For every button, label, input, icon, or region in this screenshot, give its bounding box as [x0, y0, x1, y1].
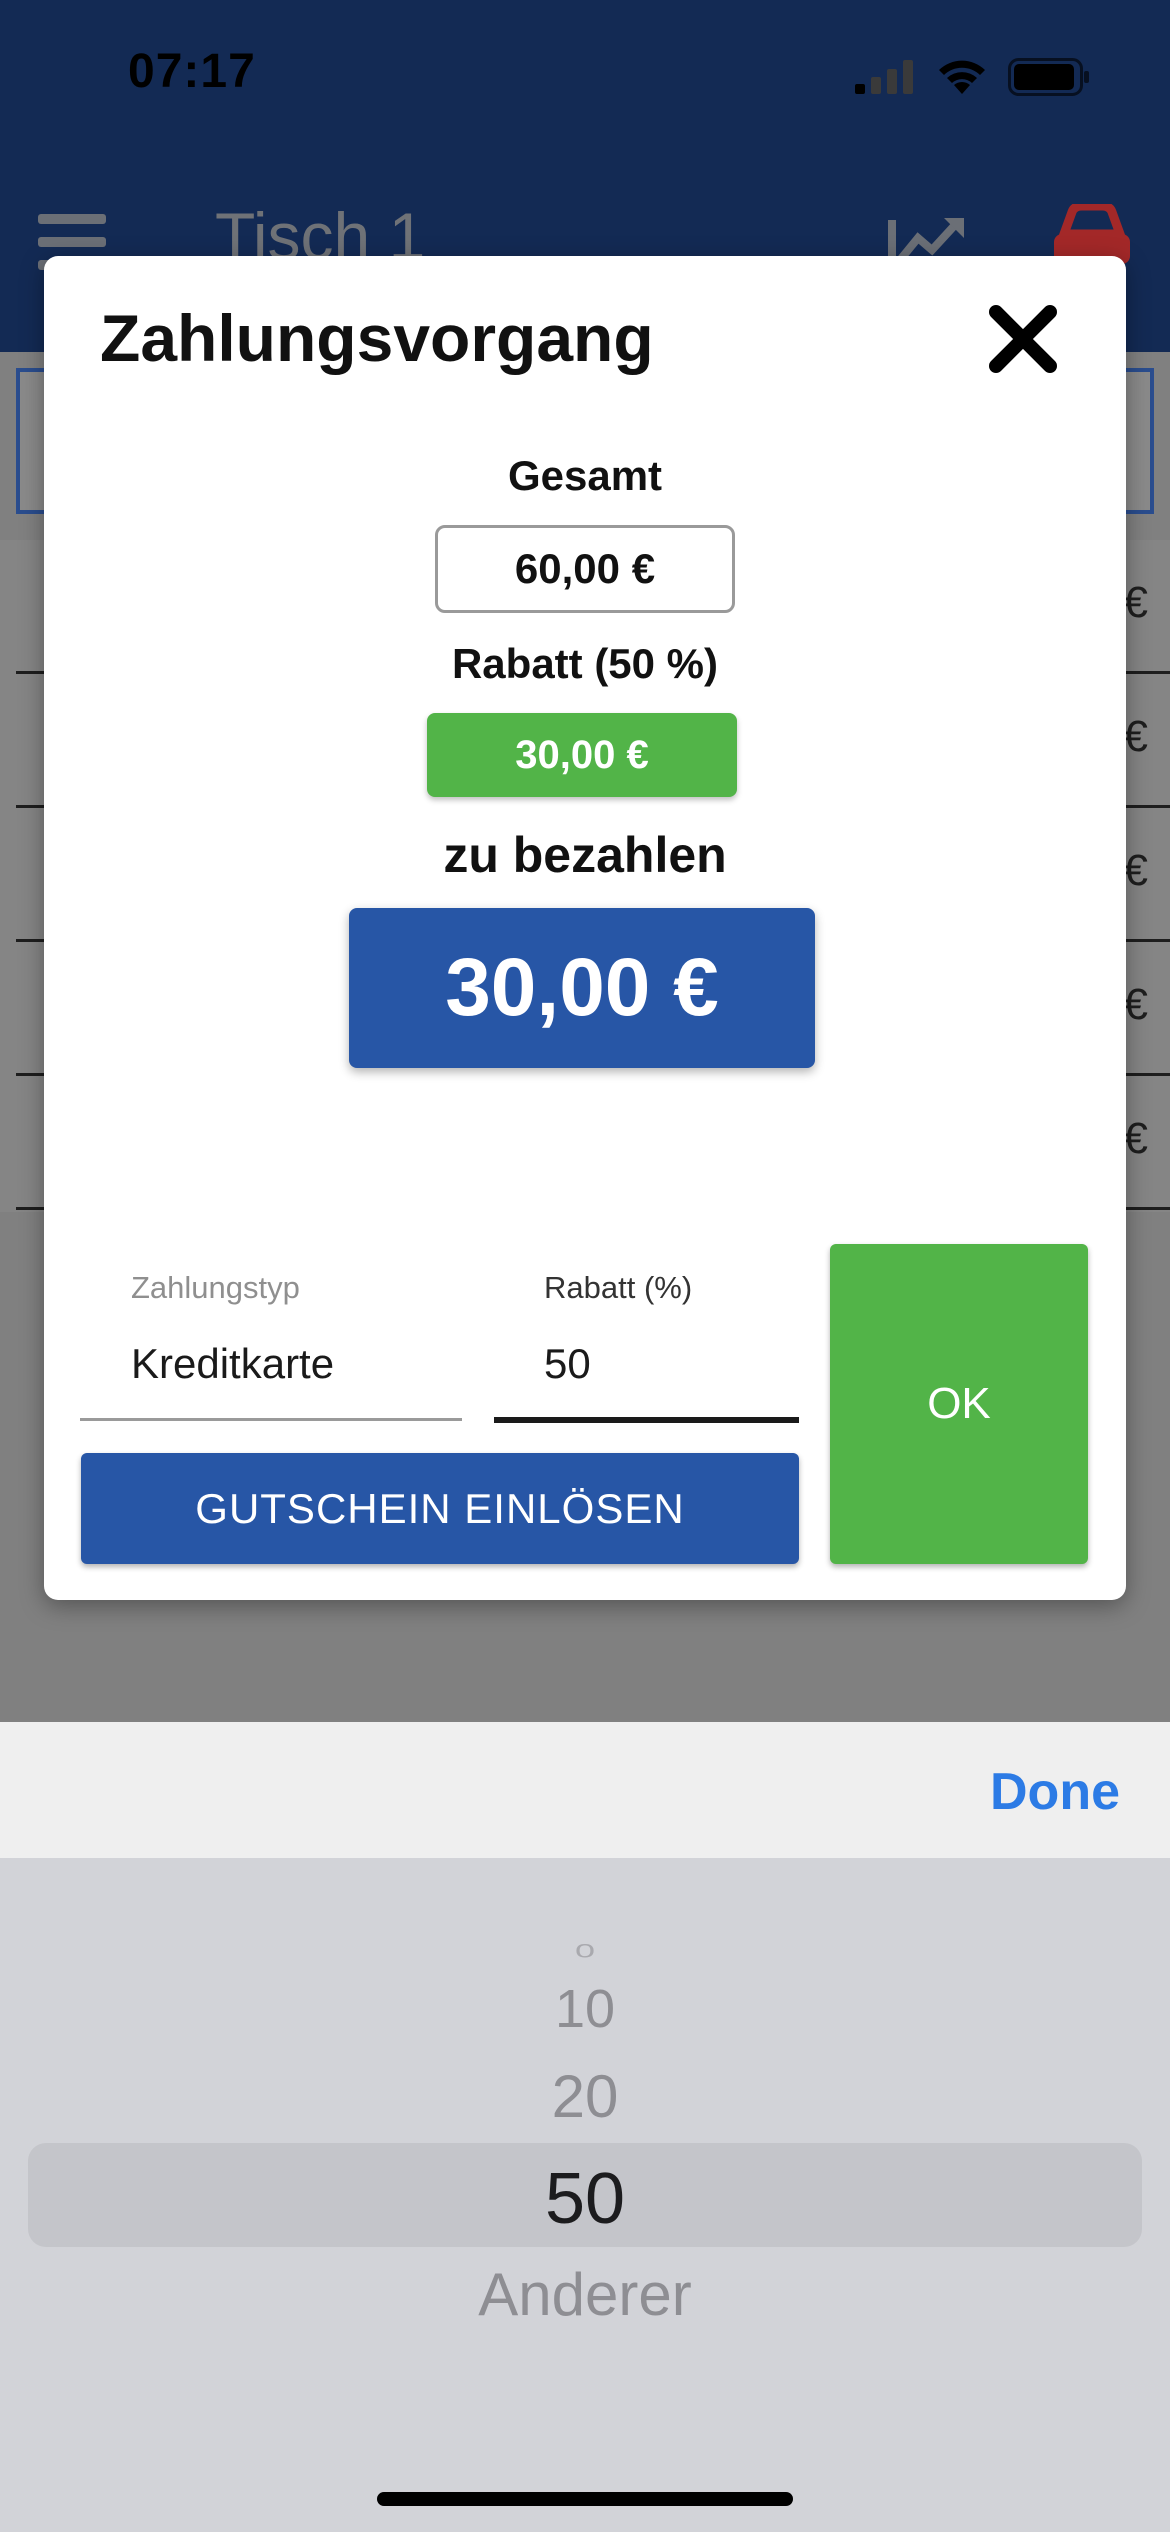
- amount-due-value: 30,00 €: [349, 908, 815, 1068]
- picker-option[interactable]: 10: [0, 1978, 1170, 2040]
- done-button[interactable]: Done: [990, 1762, 1120, 1822]
- dialog-title: Zahlungsvorgang: [100, 301, 654, 375]
- row-currency: €: [1123, 712, 1148, 761]
- payment-type-select[interactable]: Kreditkarte: [131, 1340, 334, 1388]
- close-icon[interactable]: [986, 302, 1060, 376]
- discount-percent-input[interactable]: 50: [544, 1340, 591, 1388]
- discount-label: Rabatt (50 %): [451, 640, 719, 687]
- payment-type-underline: [80, 1418, 462, 1421]
- row-currency: €: [1123, 980, 1148, 1029]
- wifi-icon: [939, 60, 985, 94]
- discount-amount: 30,00 €: [427, 713, 737, 797]
- picker-option[interactable]: 20: [0, 2062, 1170, 2131]
- picker-option[interactable]: 0: [0, 1939, 1170, 1962]
- row-currency: €: [1123, 578, 1148, 627]
- cellular-signal-icon: [855, 60, 913, 94]
- payment-type-label: Zahlungstyp: [131, 1270, 300, 1305]
- discount-percent-underline: [494, 1417, 799, 1423]
- total-amount: 60,00 €: [435, 525, 735, 613]
- row-currency: €: [1123, 1114, 1148, 1163]
- ok-button[interactable]: OK: [830, 1244, 1088, 1564]
- picker-option[interactable]: Anderer: [0, 2260, 1170, 2329]
- amount-due-label: zu bezahlen: [443, 827, 727, 883]
- picker-option-selected[interactable]: 50: [0, 2158, 1170, 2240]
- battery-icon: [1008, 58, 1089, 96]
- status-time: 07:17: [128, 45, 256, 98]
- row-currency: €: [1123, 846, 1148, 895]
- discount-percent-label: Rabatt (%): [544, 1270, 693, 1305]
- total-label: Gesamt: [507, 452, 663, 499]
- home-indicator: [377, 2492, 793, 2506]
- redeem-voucher-button[interactable]: GUTSCHEIN EINLÖSEN: [81, 1453, 799, 1564]
